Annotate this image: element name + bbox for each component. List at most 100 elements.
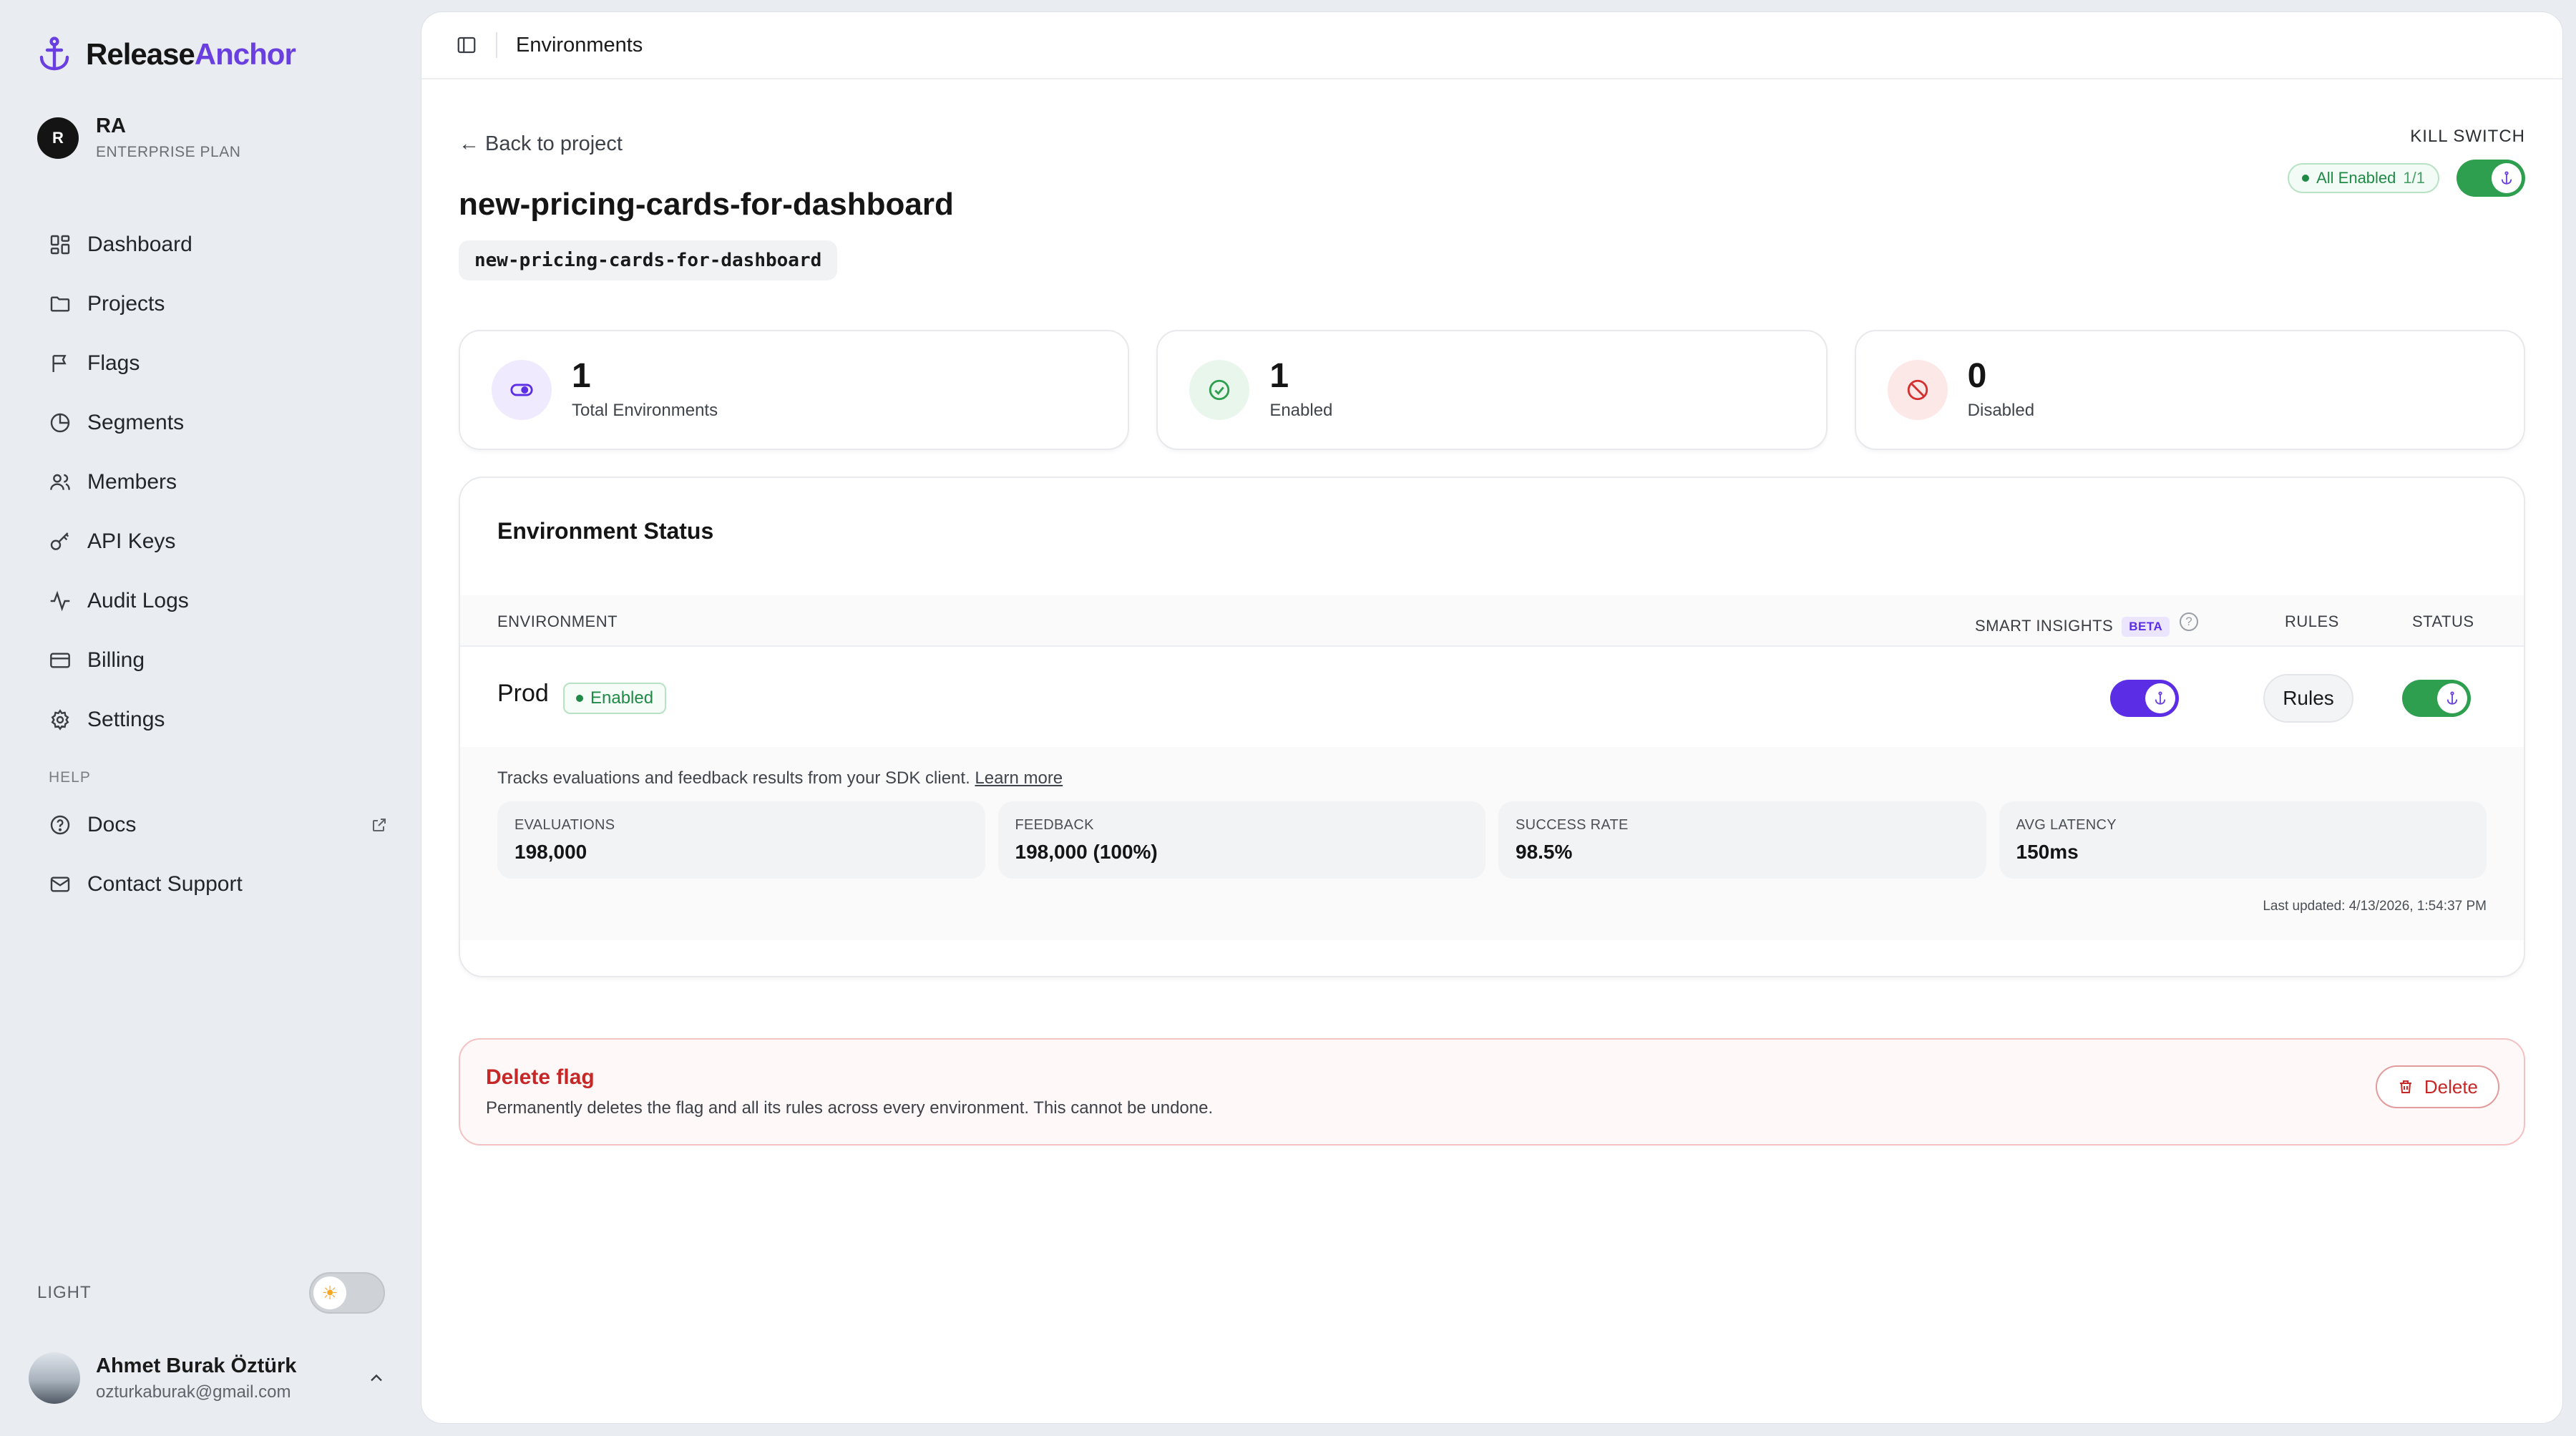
sidebar-item-api-keys[interactable]: API Keys [37, 512, 388, 571]
metric-avg-latency: AVG LATENCY 150ms [1999, 801, 2487, 879]
kill-switch: KILL SWITCH All Enabled 1/1 [2288, 127, 2525, 197]
sidebar-item-label: Audit Logs [87, 588, 189, 612]
environment-status-title: Environment Status [497, 518, 714, 544]
status-badge: Enabled [563, 683, 667, 714]
sidebar-item-docs[interactable]: Docs [37, 795, 388, 854]
flag-icon [52, 354, 67, 372]
header-status: STATUS [2412, 612, 2474, 630]
kill-switch-status-badge: All Enabled 1/1 [2288, 163, 2439, 193]
kill-switch-toggle[interactable] [2457, 160, 2525, 197]
sidebar-item-label: Settings [87, 707, 165, 731]
user-name: Ahmet Burak Öztürk [96, 1354, 297, 1377]
sidebar-toggle-icon[interactable] [456, 34, 477, 56]
back-to-project-link[interactable]: ← Back to project [459, 132, 623, 156]
stat-value: 1 [572, 357, 591, 395]
kill-switch-count: 1/1 [2403, 169, 2425, 187]
kill-switch-status-text: All Enabled [2316, 169, 2396, 187]
theme-row: LIGHT ☀ [37, 1272, 385, 1314]
sidebar-item-contact-support[interactable]: Contact Support [37, 854, 388, 914]
sidebar-item-billing[interactable]: Billing [37, 630, 388, 690]
pie-icon [50, 413, 70, 432]
sidebar-item-label: Members [87, 469, 177, 494]
environment-status-toggle[interactable] [2402, 680, 2471, 717]
table-header: ENVIRONMENT SMART INSIGHTS BETA? RULES ST… [460, 595, 2524, 647]
sidebar-item-projects[interactable]: Projects [37, 274, 388, 333]
users-icon [50, 474, 70, 490]
brand-logo[interactable]: ReleaseAnchor [37, 36, 296, 73]
status-dot [2302, 175, 2310, 182]
chevron-up-icon [371, 1374, 382, 1382]
stat-label: Enabled [1269, 401, 1333, 420]
environment-name: Prod [497, 680, 549, 707]
org-switcher[interactable]: R RA ENTERPRISE PLAN [37, 114, 240, 161]
sidebar-item-label: Contact Support [87, 871, 243, 896]
avatar [29, 1352, 80, 1404]
activity-icon [50, 590, 70, 611]
trash-icon [2399, 1080, 2411, 1093]
gear-icon [51, 708, 69, 731]
sidebar-item-members[interactable]: Members [37, 452, 388, 512]
sidebar-item-dashboard[interactable]: Dashboard [37, 215, 388, 274]
sidebar-item-label: Projects [87, 291, 165, 316]
org-avatar: R [37, 117, 79, 159]
sidebar-item-label: Billing [87, 648, 145, 672]
external-link-icon [373, 818, 386, 831]
org-plan: ENTERPRISE PLAN [96, 144, 241, 160]
stat-card-total-environments: 1 Total Environments [459, 330, 1130, 450]
sidebar-item-label: Segments [87, 410, 185, 434]
sidebar-item-audit-logs[interactable]: Audit Logs [37, 571, 388, 630]
table-row: Prod Enabled Rules [460, 647, 2524, 747]
sun-icon: ☀ [313, 1276, 346, 1309]
topbar-divider [496, 32, 497, 58]
anchor-icon [2501, 171, 2512, 185]
page-title: Environments [516, 33, 643, 57]
flag-title: new-pricing-cards-for-dashboard [459, 187, 954, 222]
user-email: ozturkaburak@gmail.com [96, 1382, 291, 1402]
help-circle-icon [50, 815, 70, 834]
learn-more-link[interactable]: Learn more [975, 768, 1063, 788]
stat-card-enabled: 1 Enabled [1156, 330, 1828, 450]
beta-badge: BETA [2122, 617, 2170, 638]
anchor-icon [2155, 691, 2166, 705]
sidebar-item-label: API Keys [87, 529, 176, 553]
anchor-icon [2446, 691, 2458, 705]
credit-card-icon [50, 652, 70, 668]
sidebar-item-flags[interactable]: Flags [37, 333, 388, 393]
header-smart-insights: SMART INSIGHTS BETA? [1975, 612, 2199, 638]
danger-zone: Delete flag Permanently deletes the flag… [459, 1038, 2525, 1146]
delete-flag-title: Delete flag [486, 1065, 595, 1089]
sidebar: ReleaseAnchor R RA ENTERPRISE PLAN Dashb… [0, 0, 421, 1436]
check-circle-icon [1189, 360, 1250, 420]
anchor-icon [39, 36, 69, 71]
key-icon [50, 532, 69, 550]
sidebar-item-label: Docs [87, 812, 137, 836]
main-nav: Dashboard Projects Flags Segments Member… [37, 215, 388, 914]
environment-status-card: Environment Status ENVIRONMENT SMART INS… [459, 477, 2525, 977]
rules-button[interactable]: Rules [2263, 674, 2353, 723]
toggle-icon [492, 360, 552, 420]
kill-switch-label: KILL SWITCH [2410, 127, 2525, 146]
flag-key: new-pricing-cards-for-dashboard [459, 240, 838, 280]
smart-insights-toggle[interactable] [2110, 680, 2179, 717]
help-icon[interactable]: ? [2180, 612, 2199, 631]
header-rules: RULES [2285, 612, 2339, 630]
header-environment: ENVIRONMENT [497, 612, 618, 630]
insights-description: Tracks evaluations and feedback results … [497, 768, 1063, 788]
metric-feedback: FEEDBACK 198,000 (100%) [997, 801, 1485, 879]
sidebar-item-label: Flags [87, 351, 140, 375]
brand-name: ReleaseAnchor [86, 37, 296, 71]
metric-evaluations: EVALUATIONS 198,000 [497, 801, 985, 879]
grid-icon [50, 235, 70, 254]
theme-toggle[interactable]: ☀ [309, 1272, 385, 1314]
stat-label: Total Environments [572, 401, 718, 420]
delete-button[interactable]: Delete [2375, 1065, 2499, 1108]
sidebar-item-segments[interactable]: Segments [37, 393, 388, 452]
sidebar-item-label: Dashboard [87, 232, 192, 256]
help-section-label: HELP [49, 769, 91, 786]
user-menu[interactable]: Ahmet Burak Öztürk ozturkaburak@gmail.co… [29, 1352, 386, 1404]
stat-card-disabled: 0 Disabled [1854, 330, 2525, 450]
stats-row: 1 Total Environments 1 Enabled 0 Disable… [459, 330, 2525, 450]
sidebar-item-settings[interactable]: Settings [37, 690, 388, 749]
stat-value: 1 [1269, 357, 1289, 395]
mail-icon [50, 876, 70, 892]
